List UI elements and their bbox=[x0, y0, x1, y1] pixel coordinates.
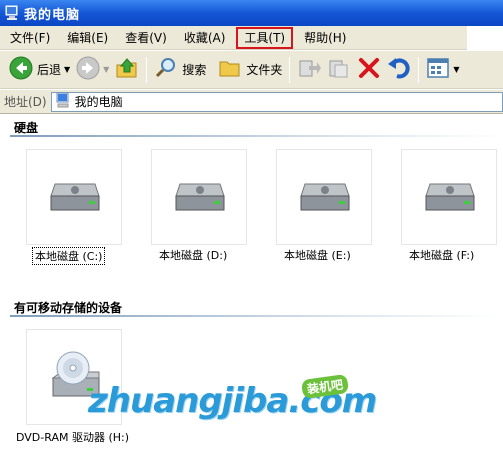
menu-file[interactable]: 文件(F) bbox=[4, 27, 56, 49]
hard-drive-icon bbox=[50, 183, 100, 211]
group-divider bbox=[10, 135, 500, 137]
title-bar: 我的电脑 bbox=[0, 0, 503, 26]
drive-e-tile[interactable] bbox=[276, 149, 372, 245]
chevron-down-icon[interactable]: ▼ bbox=[453, 65, 459, 74]
hard-drive-icon bbox=[300, 183, 350, 211]
menu-bar: 文件(F) 编辑(E) 查看(V) 收藏(A) 工具(T) 帮助(H) bbox=[0, 26, 503, 50]
folders-button[interactable]: 文件夹 bbox=[215, 55, 285, 85]
views-button[interactable]: ▼ bbox=[423, 55, 462, 85]
drive-d-label[interactable]: 本地磁盘 (D:) bbox=[159, 247, 227, 263]
folder-icon bbox=[218, 56, 242, 83]
drive-c-label[interactable]: 本地磁盘 (C:) bbox=[32, 247, 106, 265]
search-icon bbox=[154, 56, 178, 83]
toolbar-separator bbox=[418, 56, 420, 83]
up-folder-icon bbox=[115, 56, 139, 83]
menu-tools[interactable]: 工具(T) bbox=[236, 26, 294, 49]
group-header-hard-drives: 硬盘 bbox=[14, 121, 39, 135]
forward-button[interactable]: ▼ bbox=[73, 55, 112, 85]
address-input[interactable]: 我的电脑 bbox=[50, 91, 503, 112]
window-title: 我的电脑 bbox=[24, 7, 81, 23]
back-arrow-icon bbox=[9, 56, 33, 83]
toolbar: 后退 ▼ ▼ 搜索 文件夹 ▼ bbox=[0, 51, 503, 89]
forward-arrow-icon bbox=[76, 56, 100, 83]
drive-c-tile[interactable] bbox=[26, 149, 122, 245]
delete-x-icon bbox=[357, 56, 381, 83]
file-view: 硬盘 本地磁盘 (C:) 本地磁盘 (D:) 本地磁盘 (E:) 本地磁盘 (F… bbox=[0, 115, 503, 466]
move-to-icon bbox=[297, 56, 322, 83]
search-button[interactable]: 搜索 bbox=[151, 55, 209, 85]
undo-icon bbox=[387, 56, 411, 83]
chevron-down-icon[interactable]: ▼ bbox=[103, 65, 109, 74]
copy-to-icon bbox=[327, 56, 351, 83]
drive-f-label[interactable]: 本地磁盘 (F:) bbox=[409, 247, 474, 263]
move-to-button[interactable] bbox=[294, 55, 324, 85]
views-grid-icon bbox=[426, 56, 450, 83]
dvd-drive-label[interactable]: DVD-RAM 驱动器 (H:) bbox=[16, 429, 129, 445]
hard-drive-icon bbox=[175, 183, 225, 211]
drive-e-label[interactable]: 本地磁盘 (E:) bbox=[284, 247, 351, 263]
search-label: 搜索 bbox=[182, 63, 207, 77]
menu-view[interactable]: 查看(V) bbox=[119, 27, 173, 49]
hard-drive-icon bbox=[425, 183, 475, 211]
back-label: 后退 bbox=[37, 63, 62, 77]
undo-button[interactable] bbox=[384, 55, 414, 85]
toolbar-separator bbox=[146, 56, 148, 83]
address-value: 我的电脑 bbox=[74, 95, 123, 109]
group-header-removable: 有可移动存储的设备 bbox=[14, 301, 123, 315]
windows-logo-area bbox=[467, 26, 503, 50]
up-folder-button[interactable] bbox=[112, 55, 142, 85]
toolbar-separator bbox=[289, 56, 291, 83]
delete-button[interactable] bbox=[354, 55, 384, 85]
chevron-down-icon[interactable]: ▼ bbox=[64, 65, 70, 74]
drive-f-tile[interactable] bbox=[401, 149, 497, 245]
drive-d-tile[interactable] bbox=[151, 149, 247, 245]
menu-favorites[interactable]: 收藏(A) bbox=[178, 27, 232, 49]
address-label: 地址(D) bbox=[4, 95, 47, 109]
copy-to-button[interactable] bbox=[324, 55, 354, 85]
address-bar: 地址(D) 我的电脑 bbox=[0, 90, 503, 114]
my-computer-icon bbox=[55, 92, 71, 111]
group-divider bbox=[10, 315, 500, 317]
menu-help[interactable]: 帮助(H) bbox=[298, 27, 352, 49]
menu-edit[interactable]: 编辑(E) bbox=[61, 27, 114, 49]
back-button[interactable]: 后退 ▼ bbox=[6, 55, 73, 85]
my-computer-icon bbox=[4, 5, 20, 21]
folders-label: 文件夹 bbox=[246, 63, 283, 77]
